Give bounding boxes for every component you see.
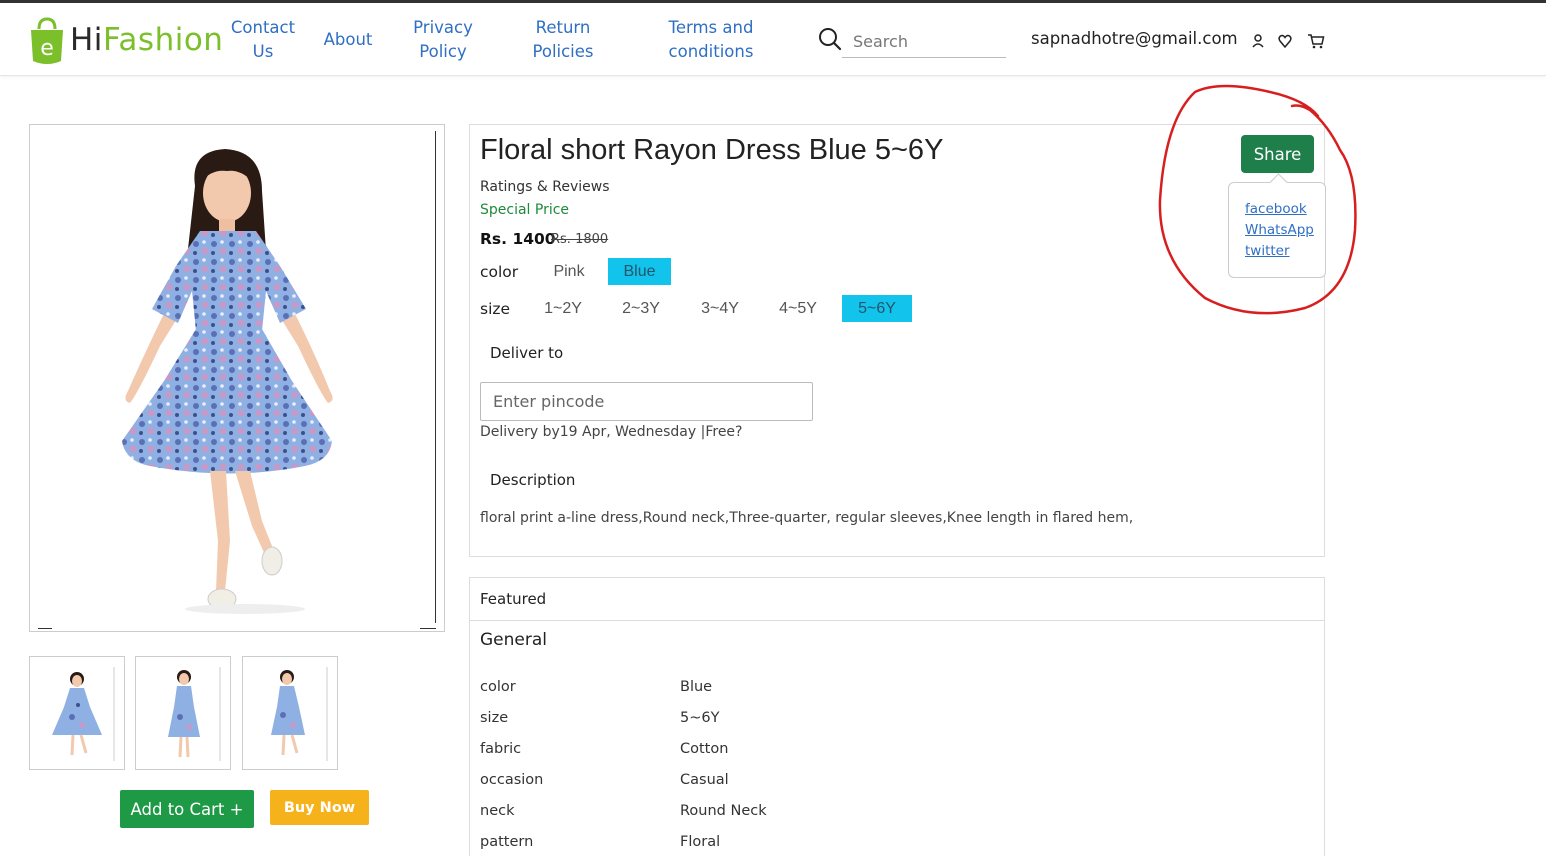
shopping-bag-logo-icon: e (28, 17, 66, 64)
buy-now-button[interactable]: Buy Now (270, 790, 369, 825)
size-option-4-5y[interactable]: 4~5Y (767, 295, 829, 322)
product-title: Floral short Rayon Dress Blue 5~6Y (480, 134, 944, 166)
spec-key-occasion: occasion (480, 772, 544, 788)
cart-icon[interactable] (1307, 33, 1325, 49)
user-email[interactable]: sapnadhotre@gmail.com (1031, 29, 1238, 48)
product-thumbnail-2[interactable] (135, 656, 231, 770)
size-label: size (480, 300, 511, 318)
description-heading: Description (490, 471, 576, 489)
featured-card: Featured (469, 577, 1325, 856)
product-description: floral print a-line dress,Round neck,Thr… (480, 510, 1134, 526)
nav-terms-conditions[interactable]: Terms and conditions (660, 16, 762, 64)
size-option-3-4y[interactable]: 3~4Y (689, 295, 751, 322)
original-price: Rs. 1800 (551, 232, 609, 247)
spec-key-color: color (480, 679, 516, 695)
size-option-1-2y[interactable]: 1~2Y (532, 295, 594, 322)
spec-value-neck: Round Neck (680, 803, 767, 819)
product-main-image[interactable] (29, 124, 445, 632)
ratings-reviews-link[interactable]: Ratings & Reviews (480, 179, 610, 195)
product-thumbnail-1[interactable] (29, 656, 125, 770)
search-bar (818, 25, 1008, 59)
svg-text:e: e (40, 36, 54, 61)
nav-about[interactable]: About (322, 28, 374, 52)
nav-privacy-policy[interactable]: Privacy Policy (408, 16, 478, 64)
spec-key-pattern: pattern (480, 834, 534, 850)
nav-return-policies[interactable]: Return Policies (525, 16, 601, 64)
search-input[interactable] (842, 25, 1006, 58)
delivery-info: Delivery by19 Apr, Wednesday |Free? (480, 424, 743, 440)
spec-value-occasion: Casual (680, 772, 729, 788)
nav-contact-us[interactable]: Contact Us (228, 16, 298, 64)
spec-value-size: 5~6Y (680, 710, 720, 726)
color-label: color (480, 263, 519, 281)
logo-text: HiFashion (70, 22, 224, 58)
navbar: e HiFashion Contact Us About Privacy Polic… (0, 3, 1546, 76)
size-option-5-6y[interactable]: 5~6Y (842, 295, 912, 322)
deliver-to-heading: Deliver to (490, 344, 564, 362)
red-circle-annotation (1158, 84, 1357, 315)
spec-value-pattern: Floral (680, 834, 721, 850)
site-logo[interactable]: e HiFashion (28, 15, 223, 65)
product-thumbnail-3[interactable] (242, 656, 338, 770)
user-icon[interactable] (1251, 33, 1267, 49)
product-image-frame (30, 131, 436, 629)
spec-key-size: size (480, 710, 509, 726)
general-heading: General (480, 630, 547, 650)
girl-dress-illustration (122, 149, 333, 614)
spec-value-fabric: Cotton (680, 741, 729, 757)
search-icon[interactable] (818, 27, 842, 51)
spec-value-color: Blue (680, 679, 713, 695)
add-to-cart-button[interactable]: Add to Cart + (120, 790, 254, 828)
featured-title: Featured (480, 590, 547, 608)
color-option-pink[interactable]: Pink (543, 258, 595, 285)
spec-key-neck: neck (480, 803, 515, 819)
pincode-input[interactable] (480, 382, 813, 421)
current-price: Rs. 1400 (480, 230, 556, 248)
special-price-label: Special Price (480, 202, 570, 218)
heart-icon[interactable] (1278, 33, 1294, 49)
spec-key-fabric: fabric (480, 741, 522, 757)
size-option-2-3y[interactable]: 2~3Y (610, 295, 672, 322)
featured-header: Featured (470, 578, 1324, 621)
color-option-blue[interactable]: Blue (608, 258, 671, 285)
